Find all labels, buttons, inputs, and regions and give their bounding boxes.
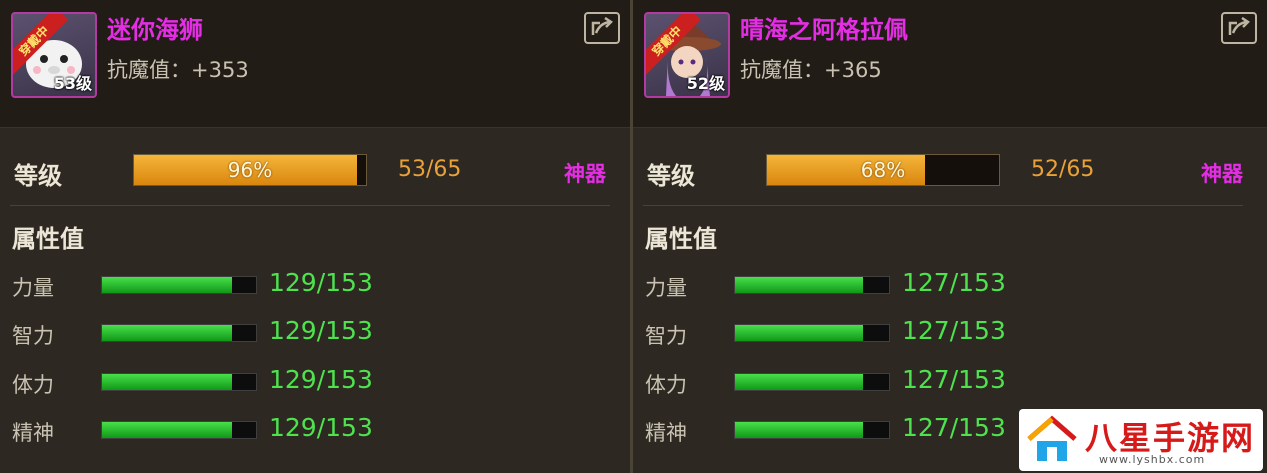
pet-name: 晴海之阿格拉佩 — [740, 16, 908, 44]
pet-panel-right: 穿戴中 52级 晴海之阿格拉佩 抗魔值：+365 等级 68% 52/65 神器… — [633, 0, 1267, 473]
share-button[interactable] — [584, 12, 620, 44]
magic-resist: 抗魔值：+365 — [740, 58, 882, 82]
level-label: 等级 — [14, 162, 62, 190]
magic-resist: 抗魔值：+353 — [107, 58, 249, 82]
level-label: 等级 — [647, 162, 695, 190]
attributes-title: 属性值 — [12, 225, 84, 253]
attribute-label: 智力 — [645, 324, 687, 348]
attribute-row: 体力 129/153 — [0, 365, 630, 399]
attribute-label: 智力 — [12, 324, 54, 348]
pet-panel-left: 穿戴中 53级 迷你海狮 抗魔值：+353 等级 96% 53/65 神器 属性… — [0, 0, 630, 473]
level-row: 等级 68% 52/65 神器 — [633, 150, 1267, 194]
attribute-label: 力量 — [645, 276, 687, 300]
artifact-link[interactable]: 神器 — [564, 158, 606, 188]
attribute-bar — [734, 373, 890, 391]
attribute-fill — [102, 277, 232, 293]
attribute-value: 127/153 — [902, 268, 1006, 297]
attribute-value: 129/153 — [269, 413, 373, 442]
attribute-fill — [102, 325, 232, 341]
attribute-value: 129/153 — [269, 316, 373, 345]
attribute-value: 129/153 — [269, 365, 373, 394]
artifact-link[interactable]: 神器 — [1201, 158, 1243, 188]
attribute-bar — [101, 373, 257, 391]
level-progress-bar: 96% — [133, 154, 367, 186]
attribute-fill — [735, 325, 863, 341]
attribute-label: 体力 — [645, 373, 687, 397]
attribute-fill — [102, 374, 232, 390]
pet-level-badge: 53级 — [53, 74, 92, 93]
attribute-label: 精神 — [12, 421, 54, 445]
attribute-row: 力量 127/153 — [633, 268, 1267, 302]
site-watermark: 八星手游网 www.lyshbx.com — [1019, 409, 1263, 471]
pet-header: 穿戴中 52级 晴海之阿格拉佩 抗魔值：+365 — [633, 0, 1267, 128]
attribute-value: 127/153 — [902, 316, 1006, 345]
attribute-value: 127/153 — [902, 413, 1006, 442]
attribute-bar — [101, 276, 257, 294]
attribute-row: 体力 127/153 — [633, 365, 1267, 399]
attribute-row: 智力 129/153 — [0, 316, 630, 350]
attribute-fill — [735, 277, 863, 293]
level-row: 等级 96% 53/65 神器 — [0, 150, 630, 194]
divider — [643, 205, 1243, 206]
attribute-row: 力量 129/153 — [0, 268, 630, 302]
share-icon — [1228, 17, 1250, 35]
level-value: 52/65 — [1031, 157, 1095, 182]
attribute-bar — [734, 421, 890, 439]
divider — [10, 205, 610, 206]
share-icon — [591, 17, 613, 35]
attribute-bar — [101, 421, 257, 439]
attribute-label: 精神 — [645, 421, 687, 445]
pet-level-badge: 52级 — [686, 74, 725, 93]
watermark-url: www.lyshbx.com — [1099, 453, 1206, 466]
attribute-row: 精神 129/153 — [0, 413, 630, 447]
pet-name: 迷你海狮 — [107, 16, 203, 44]
attribute-bar — [101, 324, 257, 342]
level-percent: 96% — [227, 158, 273, 182]
pet-header: 穿戴中 53级 迷你海狮 抗魔值：+353 — [0, 0, 630, 128]
attribute-row: 智力 127/153 — [633, 316, 1267, 350]
pet-avatar[interactable]: 穿戴中 52级 — [644, 12, 730, 98]
attribute-bar — [734, 324, 890, 342]
pet-avatar[interactable]: 穿戴中 53级 — [11, 12, 97, 98]
level-progress-bar: 68% — [766, 154, 1000, 186]
attribute-label: 力量 — [12, 276, 54, 300]
attribute-value: 129/153 — [269, 268, 373, 297]
attribute-fill — [102, 422, 232, 438]
attribute-fill — [735, 374, 863, 390]
attribute-bar — [734, 276, 890, 294]
house-logo-icon — [1027, 415, 1077, 461]
level-percent: 68% — [860, 158, 906, 182]
attribute-fill — [735, 422, 863, 438]
level-value: 53/65 — [398, 157, 462, 182]
share-button[interactable] — [1221, 12, 1257, 44]
attribute-label: 体力 — [12, 373, 54, 397]
attribute-value: 127/153 — [902, 365, 1006, 394]
attributes-title: 属性值 — [645, 225, 717, 253]
